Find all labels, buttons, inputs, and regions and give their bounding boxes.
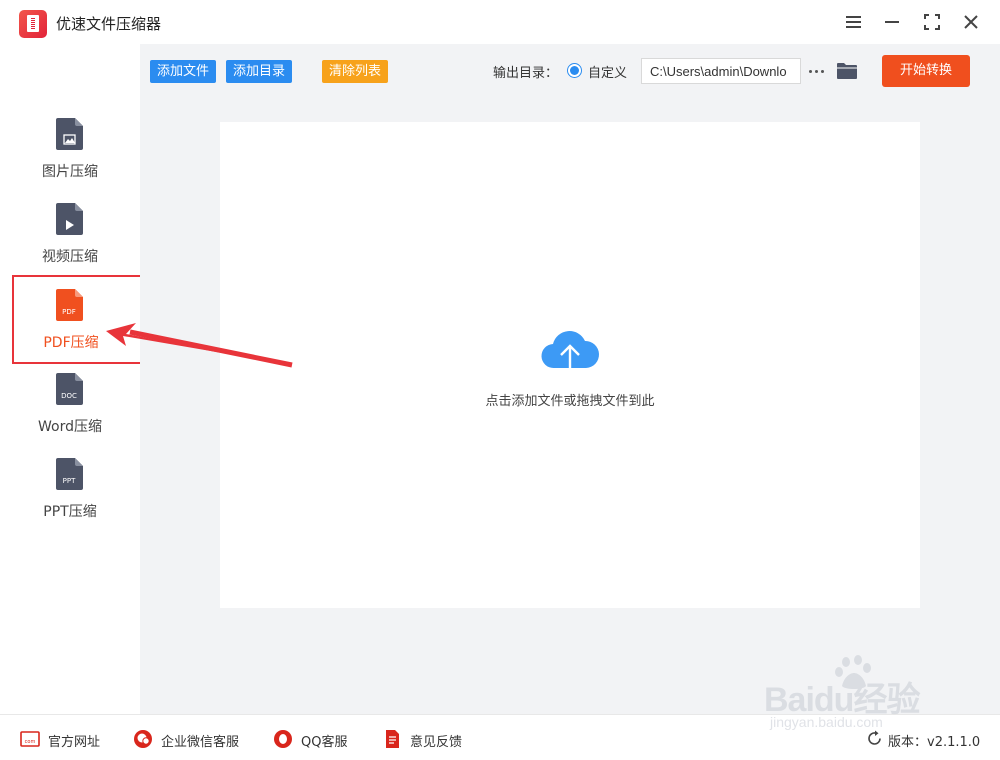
sidebar-item-ppt[interactable]: PPT PPT压缩 [12,458,142,546]
output-dir-label: 输出目录： [493,66,559,81]
maximize-icon[interactable] [921,11,943,33]
version-label: 版本：v2.1.1.0 [888,735,981,750]
ppt-badge: PPT [63,477,76,485]
feedback-icon [386,730,399,748]
image-file-icon [56,118,83,150]
add-folder-button[interactable]: 添加目录 [226,60,293,83]
clear-list-button[interactable]: 清除列表 [322,60,389,83]
drop-hint: 点击添加文件或拖拽文件到此 [485,394,655,409]
sidebar-item-image[interactable]: 图片压缩 [12,118,142,206]
title-bar: 优速文件压缩器 [0,0,1000,44]
pdf-badge: PDF [62,308,76,316]
add-file-button[interactable]: 添加文件 [150,60,217,83]
close-icon[interactable] [960,11,982,33]
app-logo-icon [19,10,47,38]
sidebar-item-label: PPT压缩 [43,504,97,520]
refresh-icon [868,730,881,745]
doc-badge: DOC [61,392,77,400]
sidebar-item-pdf[interactable]: PDF PDF压缩 [12,275,144,364]
svg-text:com: com [25,739,36,745]
upload-cloud-icon [541,331,600,380]
wechat-icon [134,730,152,748]
minimize-icon[interactable] [882,11,904,33]
website-label: 官方网址 [48,735,101,750]
drop-zone[interactable]: 点击添加文件或拖拽文件到此 [220,122,920,608]
start-convert-button[interactable]: 开始转换 [882,55,970,87]
wechat-label: 企业微信客服 [161,735,240,750]
sidebar-item-label: 图片压缩 [42,164,98,180]
output-path-input[interactable] [641,58,801,84]
app-title: 优速文件压缩器 [56,15,162,33]
sidebar-item-label: Word压缩 [38,419,102,435]
toolbar: 添加文件 添加目录 清除列表 输出目录： 自定义 开始转换 [140,44,1000,100]
sidebar-item-label: 视频压缩 [42,249,98,265]
menu-icon[interactable] [843,11,865,33]
custom-radio-label: 自定义 [588,66,628,81]
pdf-file-icon: PDF [56,289,83,321]
qq-label: QQ客服 [301,735,348,750]
feedback-label: 意见反馈 [410,735,463,750]
sidebar: 图片压缩 视频压缩 PDF PDF压缩 DOC Word压缩 PPT PPT压缩 [0,44,144,714]
sidebar-item-word[interactable]: DOC Word压缩 [12,373,142,461]
video-file-icon [56,203,83,235]
custom-radio[interactable] [567,63,582,78]
ppt-file-icon: PPT [56,458,83,490]
doc-file-icon: DOC [56,373,83,405]
more-options-icon[interactable] [808,60,826,80]
website-icon: com [20,731,40,747]
footer: com 官方网址 企业微信客服 QQ客服 意见反馈 版本：v2.1.1.0 [0,714,1000,760]
folder-icon[interactable] [837,62,857,79]
qq-icon [274,730,292,748]
sidebar-item-label: PDF压缩 [43,335,99,351]
